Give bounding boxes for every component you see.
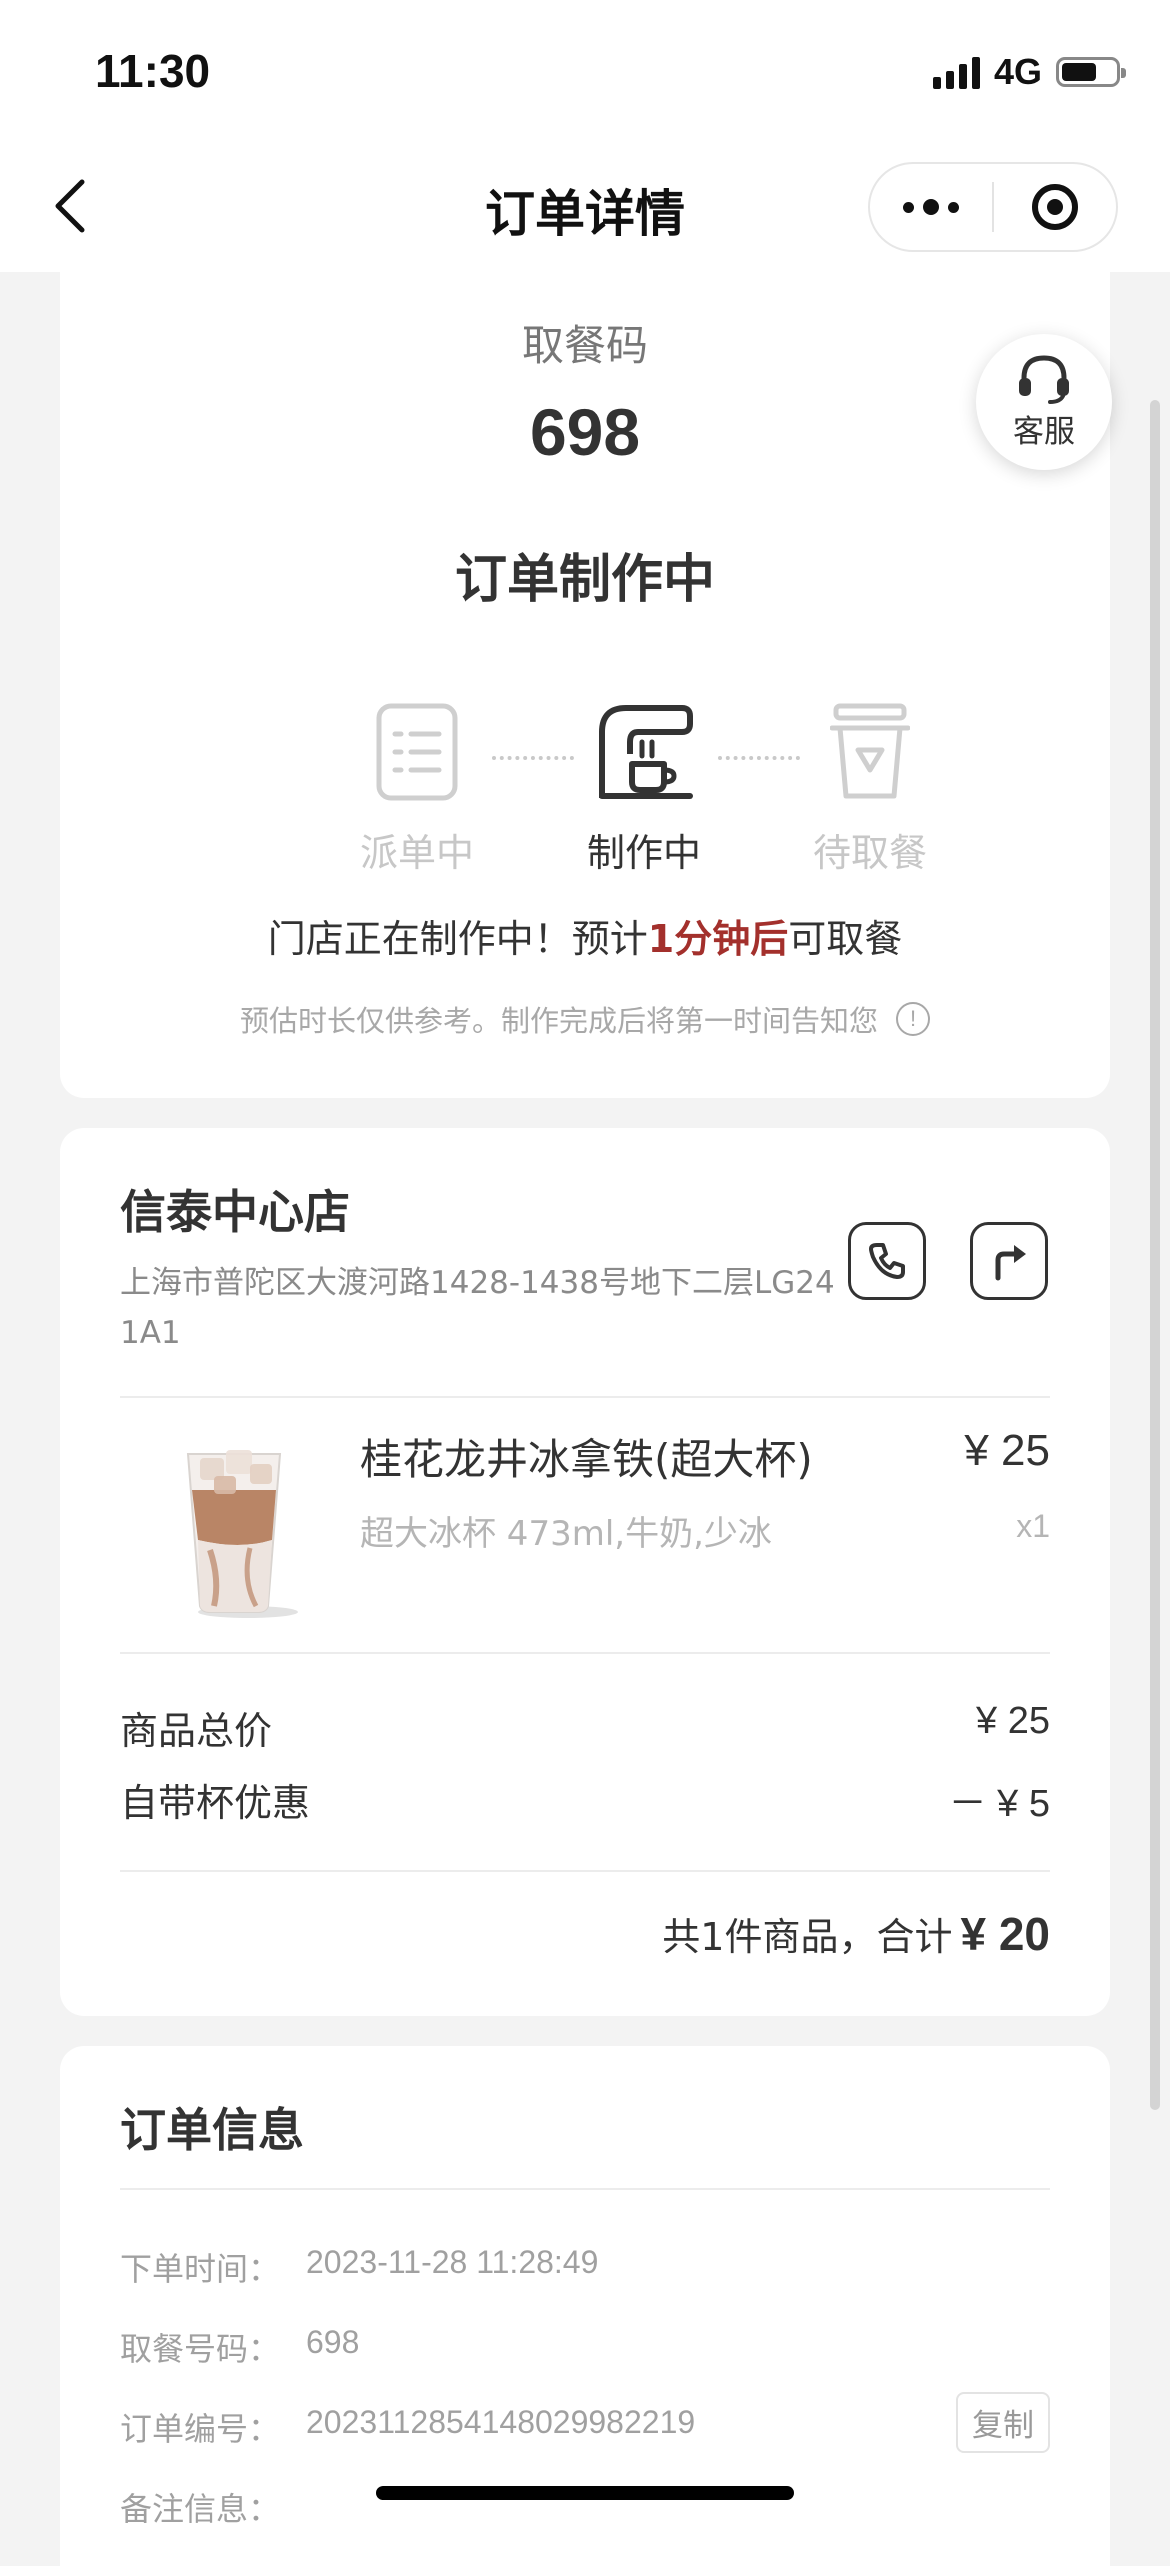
eta-note: 预估时长仅供参考。制作完成后将第一时间告知您 ! xyxy=(60,998,1110,1040)
pickup-code: 698 xyxy=(529,395,641,469)
eta-note-text: 预估时长仅供参考。制作完成后将第一时间告知您 xyxy=(239,1004,878,1038)
more-dots-icon xyxy=(903,199,959,215)
discount-row: 自带杯优惠 － ¥ 5 xyxy=(120,1772,1050,1827)
eta-prefix: 门店正在制作中！预计 xyxy=(267,917,648,961)
step-label: 待取餐 xyxy=(812,831,927,875)
product-price: ¥ 25 xyxy=(964,1426,1050,1475)
battery-icon xyxy=(1056,57,1126,87)
step-label: 制作中 xyxy=(586,831,701,875)
info-icon[interactable]: ! xyxy=(896,1002,930,1036)
copy-button[interactable]: 复制 xyxy=(956,2392,1050,2453)
divider xyxy=(120,1396,1050,1398)
home-indicator xyxy=(376,2486,794,2500)
subtotal-label: 商品总价 xyxy=(120,1709,273,1753)
step-ready: 待取餐 xyxy=(770,702,970,877)
navigate-store-button[interactable] xyxy=(970,1222,1048,1300)
call-store-button[interactable] xyxy=(848,1222,926,1300)
info-value: 2023-11-28 11:28:49 xyxy=(306,2244,599,2280)
close-button[interactable] xyxy=(994,164,1116,250)
divider xyxy=(120,2188,1050,2190)
order-status-title: 订单制作中 xyxy=(454,550,715,610)
eta-message: 门店正在制作中！预计1分钟后可取餐 xyxy=(60,908,1110,963)
total-row: 共1件商品，合计 ¥ 20 xyxy=(662,1906,1050,1961)
headset-icon xyxy=(1019,354,1069,404)
product-name: 桂花龙井冰拿铁(超大杯) xyxy=(360,1435,813,1484)
product-spec: 超大冰杯 473ml,牛奶,少冰 xyxy=(360,1514,772,1554)
step-making: 制作中 xyxy=(544,702,744,877)
cup-icon xyxy=(830,703,910,799)
discount-label: 自带杯优惠 xyxy=(120,1781,311,1825)
eta-suffix: 可取餐 xyxy=(788,917,903,961)
signal-icon xyxy=(932,55,980,89)
store-name: 信泰中心店 xyxy=(120,1185,350,1239)
status-time: 11:30 xyxy=(95,45,211,97)
order-info-title: 订单信息 xyxy=(120,2103,304,2157)
store-address: 上海市普陀区大渡河路1428-1438号地下二层LG241A1 xyxy=(120,1265,835,1351)
coffee-machine-icon xyxy=(599,705,693,799)
product-quantity: x1 xyxy=(1016,1508,1050,1544)
pickup-code-label: 取餐码 xyxy=(521,321,648,370)
customer-service-button[interactable]: 客服 xyxy=(976,334,1112,470)
target-circle-icon xyxy=(1032,184,1078,230)
more-button[interactable] xyxy=(870,164,992,250)
info-key: 备注信息： xyxy=(120,2490,281,2528)
network-label: 4G xyxy=(993,51,1042,92)
order-list-icon xyxy=(376,703,458,801)
total-prefix: 共1件商品，合计 xyxy=(662,1915,953,1959)
subtotal-row: 商品总价 ¥ 25 xyxy=(120,1700,1050,1755)
phone-icon xyxy=(869,1243,905,1279)
progress-steps: 派单中 制作中 待取餐 xyxy=(60,702,1110,882)
navigation-arrow-icon xyxy=(995,1245,1026,1281)
step-label: 派单中 xyxy=(359,831,474,875)
pickup-card: 取餐码 698 订单制作中 派单中 制作中 待取餐 门店正在制作中！预计1分钟后… xyxy=(60,272,1110,1098)
iced-latte-image xyxy=(186,1450,298,1618)
nav-bar: 订单详情 xyxy=(0,140,1170,272)
store-order-card: 信泰中心店 上海市普陀区大渡河路1428-1438号地下二层LG241A1 桂花… xyxy=(60,1128,1110,2016)
eta-highlight: 1分钟后 xyxy=(647,917,789,961)
subtotal-value: ¥ 25 xyxy=(976,1700,1050,1742)
info-key: 取餐号码： xyxy=(120,2330,281,2368)
scrollbar[interactable] xyxy=(1150,400,1160,2110)
divider xyxy=(120,1870,1050,1872)
info-value: 698 xyxy=(306,2324,360,2360)
info-value: 20231128541480299822​19 xyxy=(306,2404,696,2440)
total-value: ¥ 20 xyxy=(960,1908,1050,1960)
info-key: 订单编号： xyxy=(120,2410,281,2448)
customer-service-label: 客服 xyxy=(1013,413,1075,450)
status-bar: 11:30 4G xyxy=(0,0,1170,140)
mini-program-capsule xyxy=(868,162,1118,252)
divider xyxy=(120,1652,1050,1654)
info-key: 下单时间： xyxy=(120,2250,281,2288)
discount-value: － ¥ 5 xyxy=(948,1783,1050,1825)
status-indicators: 4G xyxy=(932,51,1126,92)
step-dispatching: 派单中 xyxy=(317,702,517,877)
